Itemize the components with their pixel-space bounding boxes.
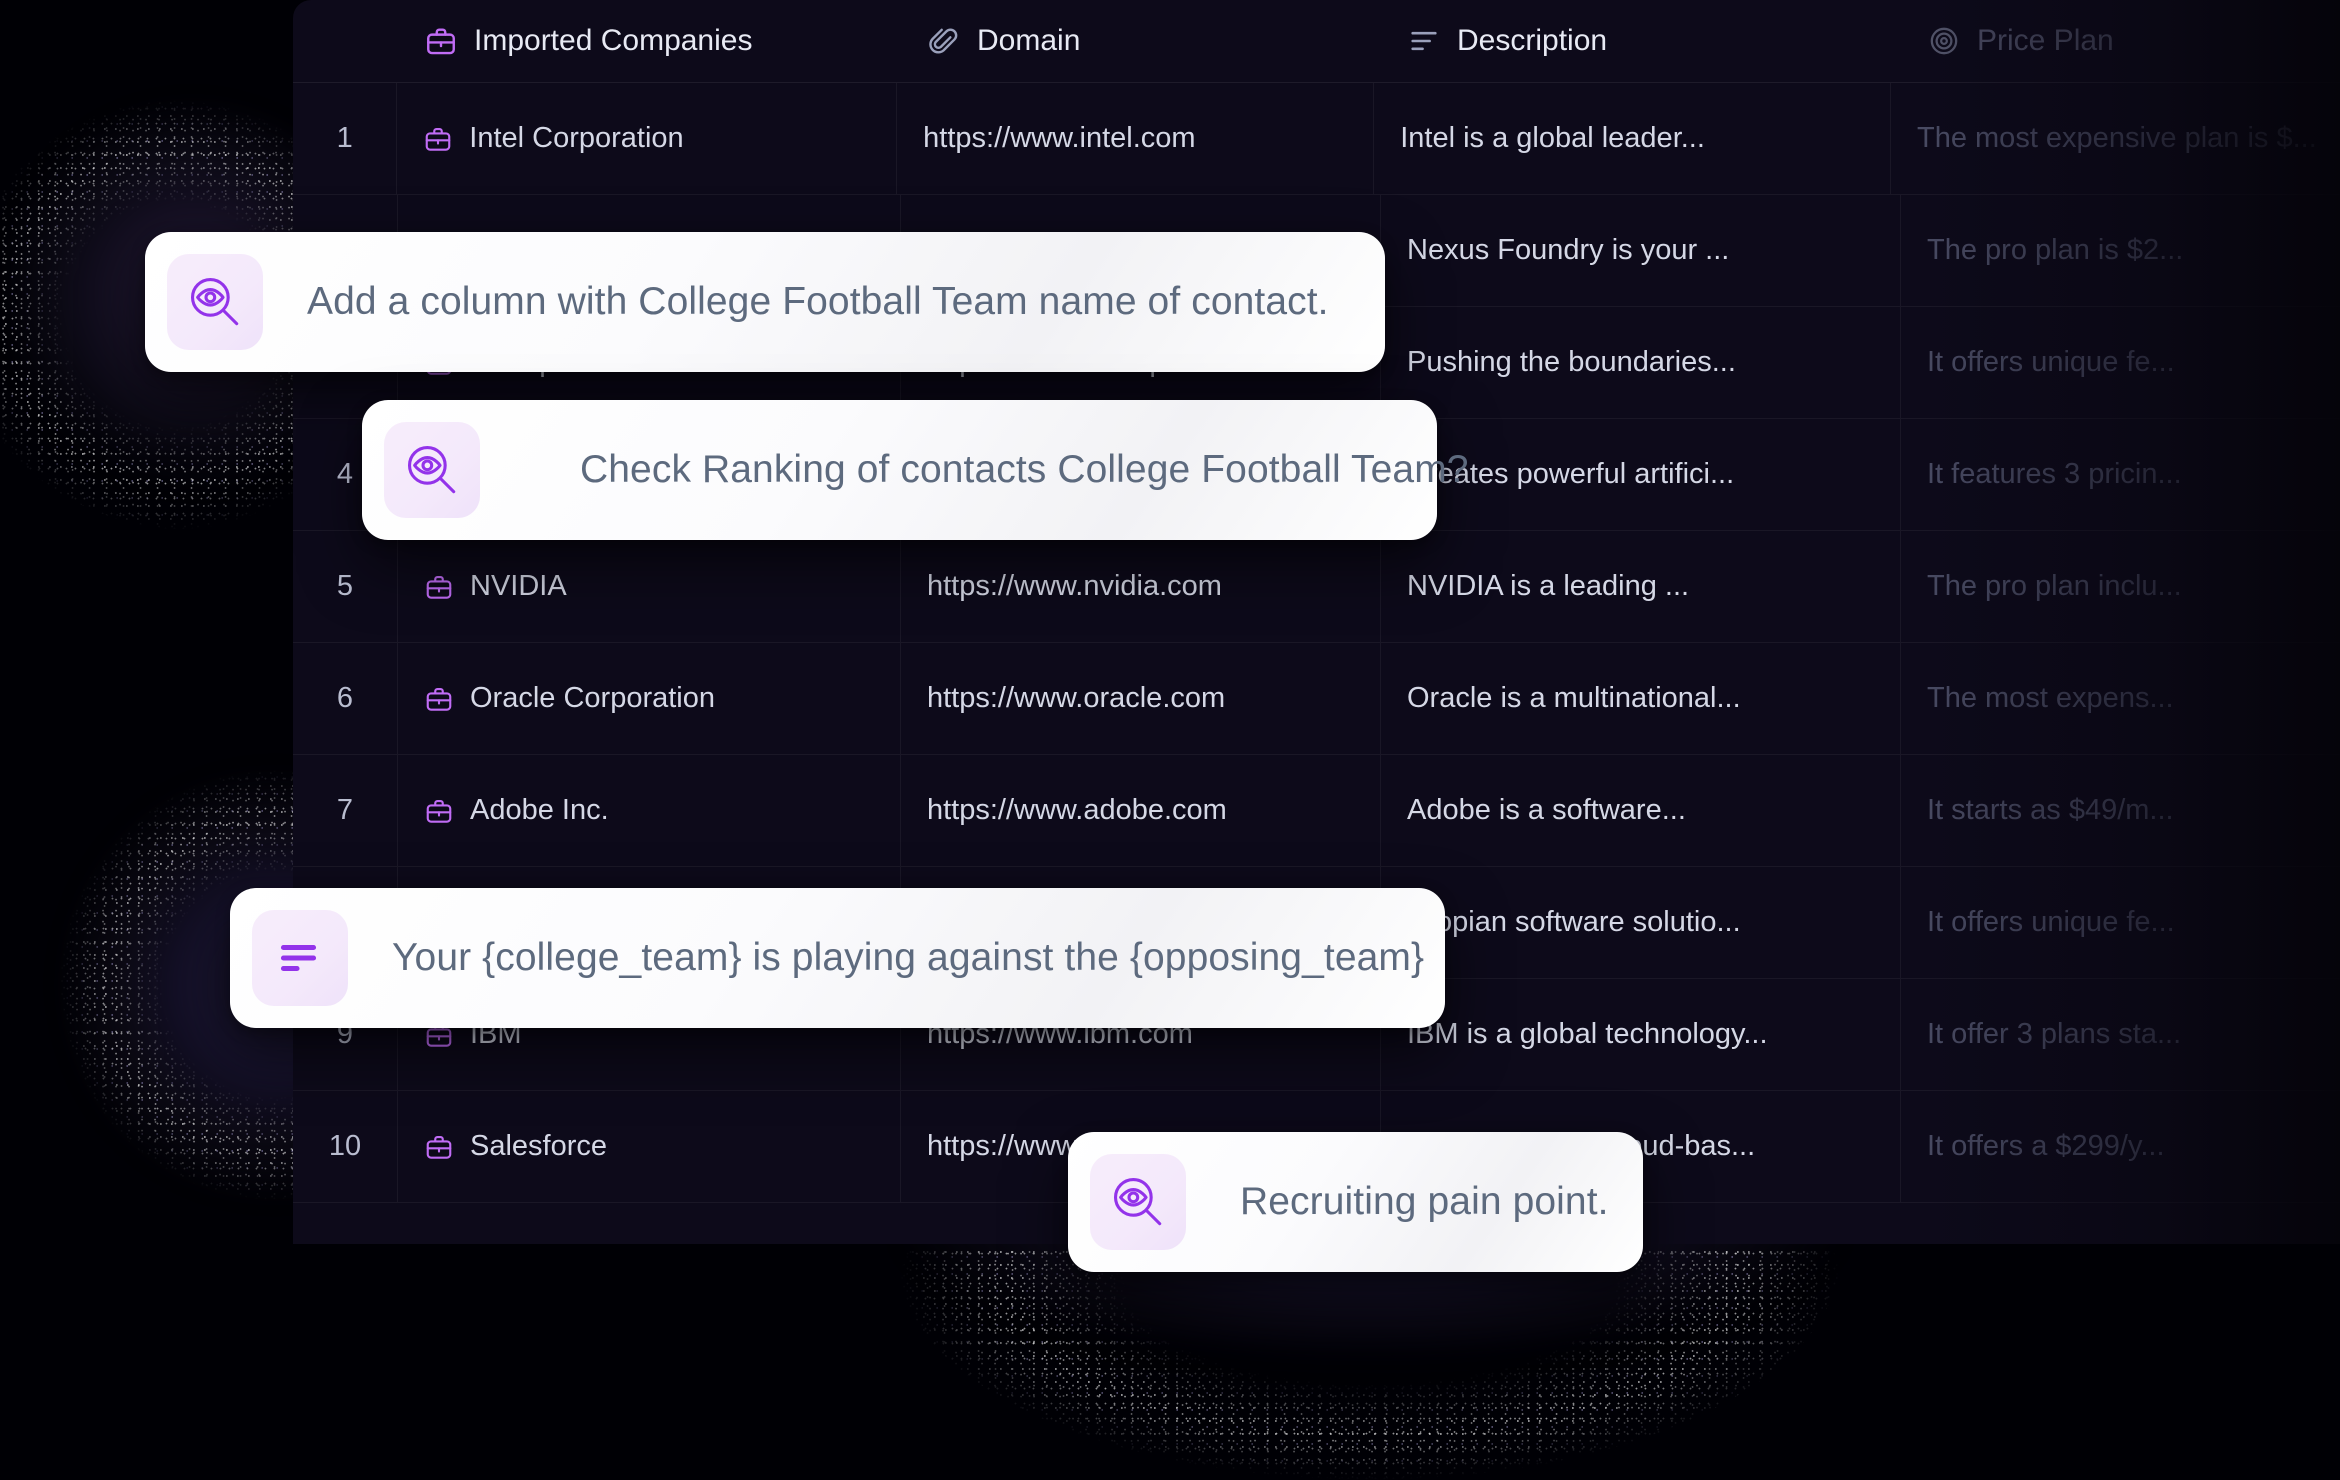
- cell-company-label: Intel Corporation: [469, 122, 684, 154]
- cell-description[interactable]: Pushing the boundaries...: [1381, 307, 1901, 418]
- row-index: 1: [293, 83, 398, 194]
- magnifier-eye-icon: [184, 271, 246, 333]
- card-icon-tile: [252, 910, 348, 1006]
- cell-domain[interactable]: https://www.nvidia.com: [901, 531, 1381, 642]
- row-index: 6: [293, 643, 398, 754]
- table-row[interactable]: 6 Oracle Corporation https://www.oracle.…: [293, 643, 2340, 755]
- column-header-price-plan-label: Price Plan: [1977, 24, 2114, 57]
- card-icon-tile: [167, 254, 263, 350]
- suggestion-card-add-column[interactable]: Add a column with College Football Team …: [145, 232, 1385, 372]
- suggestion-card-check-ranking[interactable]: Check Ranking of contacts College Footba…: [362, 400, 1468, 540]
- row-index: 5: [293, 531, 398, 642]
- cell-company[interactable]: Adobe Inc.: [398, 755, 901, 866]
- row-index: 7: [293, 755, 398, 866]
- cell-price-plan[interactable]: It offer 3 plans sta...: [1901, 979, 2340, 1090]
- cell-description[interactable]: Adobe is a software...: [1381, 755, 1901, 866]
- card-text: Recruiting pain point.: [1240, 1180, 1609, 1223]
- column-header-price-plan[interactable]: Price Plan: [1901, 0, 2340, 82]
- column-header-domain-label: Domain: [977, 24, 1081, 57]
- briefcase-icon: [424, 572, 454, 602]
- cell-price-plan[interactable]: The most expens...: [1901, 643, 2340, 754]
- cell-company-label: Adobe Inc.: [470, 794, 609, 826]
- card-text: Your {college_team} is playing against t…: [392, 936, 1425, 979]
- briefcase-icon: [424, 796, 454, 826]
- cell-price-plan[interactable]: The pro plan is $2...: [1901, 195, 2340, 306]
- column-header-company[interactable]: Imported Companies: [398, 0, 901, 82]
- cell-price-plan[interactable]: It offers unique fe...: [1901, 867, 2340, 978]
- magnifier-eye-icon: [401, 439, 463, 501]
- cell-domain[interactable]: https://www.adobe.com: [901, 755, 1381, 866]
- table-header-row: Imported Companies Domain Description Pr…: [293, 0, 2340, 83]
- cell-company[interactable]: Intel Corporation: [397, 83, 898, 194]
- card-icon-tile: [1090, 1154, 1186, 1250]
- cell-price-plan[interactable]: It features 3 pricin...: [1901, 419, 2340, 530]
- cell-description[interactable]: Intel is a global leader...: [1374, 83, 1891, 194]
- cell-company-label: Salesforce: [470, 1130, 608, 1162]
- card-text: Check Ranking of contacts College Footba…: [580, 448, 1469, 491]
- card-icon-tile: [384, 422, 480, 518]
- cell-price-plan[interactable]: It starts as $49/m...: [1901, 755, 2340, 866]
- suggestion-card-recruiting-pain-point[interactable]: Recruiting pain point.: [1068, 1132, 1643, 1272]
- column-header-description[interactable]: Description: [1381, 0, 1901, 82]
- table-row[interactable]: 7 Adobe Inc. https://www.adobe.com Adobe…: [293, 755, 2340, 867]
- target-icon: [1927, 24, 1961, 58]
- table-row[interactable]: 1 Intel Corporation https://www.intel.co…: [293, 83, 2340, 195]
- cell-price-plan[interactable]: It offers unique fe...: [1901, 307, 2340, 418]
- cell-domain[interactable]: https://www.intel.com: [897, 83, 1375, 194]
- column-header-description-label: Description: [1457, 24, 1608, 57]
- companies-table-panel: Imported Companies Domain Description Pr…: [293, 0, 2340, 1244]
- magnifier-eye-icon: [1107, 1171, 1169, 1233]
- column-header-index: [293, 0, 398, 82]
- cell-description[interactable]: Oracle is a multinational...: [1381, 643, 1901, 754]
- column-header-domain[interactable]: Domain: [901, 0, 1381, 82]
- cell-company[interactable]: Salesforce: [398, 1091, 901, 1202]
- cell-domain[interactable]: https://www.oracle.com: [901, 643, 1381, 754]
- paperclip-icon: [927, 24, 961, 58]
- cell-company[interactable]: Oracle Corporation: [398, 643, 901, 754]
- briefcase-icon: [424, 684, 454, 714]
- column-header-company-label: Imported Companies: [474, 24, 753, 57]
- cell-price-plan[interactable]: It offers a $299/y...: [1901, 1091, 2340, 1202]
- table-row[interactable]: 5 NVIDIA https://www.nvidia.com NVIDIA i…: [293, 531, 2340, 643]
- cell-description[interactable]: Nexus Foundry is your ...: [1381, 195, 1901, 306]
- briefcase-icon: [424, 1132, 454, 1162]
- cell-description[interactable]: Utopian software solutio...: [1381, 867, 1901, 978]
- cell-price-plan[interactable]: The most expensive plan is $...: [1891, 83, 2340, 194]
- cell-price-plan[interactable]: The pro plan inclu...: [1901, 531, 2340, 642]
- cell-description[interactable]: IBM is a global technology...: [1381, 979, 1901, 1090]
- briefcase-icon: [424, 24, 458, 58]
- text-lines-icon: [1407, 24, 1441, 58]
- cell-description[interactable]: NVIDIA is a leading ...: [1381, 531, 1901, 642]
- suggestion-card-playing-against[interactable]: Your {college_team} is playing against t…: [230, 888, 1445, 1028]
- cell-company[interactable]: NVIDIA: [398, 531, 901, 642]
- cell-company-label: Oracle Corporation: [470, 682, 715, 714]
- cell-company-label: NVIDIA: [470, 570, 567, 602]
- briefcase-icon: [423, 124, 453, 154]
- row-index: 10: [293, 1091, 398, 1202]
- text-lines-icon: [270, 928, 330, 988]
- card-text: Add a column with College Football Team …: [307, 280, 1329, 323]
